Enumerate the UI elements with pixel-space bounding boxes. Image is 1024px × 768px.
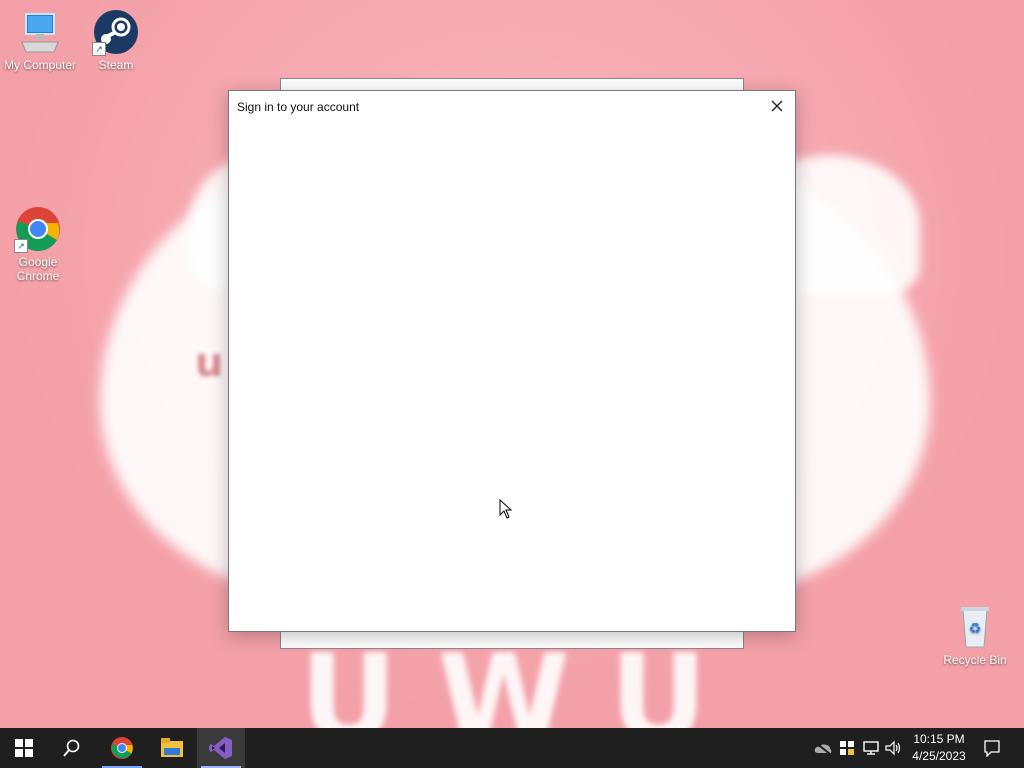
sign-in-dialog: Sign in to your account <box>228 90 796 632</box>
tray-volume[interactable] <box>883 728 905 768</box>
taskbar-visual-studio-button[interactable] <box>197 728 245 768</box>
desktop-icon-my-computer[interactable]: My Computer <box>0 8 80 72</box>
chrome-icon: ↗ <box>14 205 62 253</box>
close-icon <box>771 100 783 112</box>
shortcut-arrow-icon: ↗ <box>92 42 106 56</box>
desktop-icon-label: Google Chrome <box>16 255 60 283</box>
tray-security[interactable] <box>836 728 858 768</box>
desktop-icon-google-chrome[interactable]: ↗ Google Chrome <box>0 205 78 283</box>
desktop-icon-label: Steam <box>98 58 134 72</box>
taskbar-file-explorer-button[interactable] <box>148 728 196 768</box>
action-center-icon <box>984 740 1000 757</box>
taskbar-chrome-button[interactable] <box>98 728 146 768</box>
desktop-icon-recycle-bin[interactable]: ♻ Recycle Bin <box>935 603 1015 667</box>
file-explorer-icon <box>161 738 183 757</box>
visual-studio-icon <box>209 737 232 759</box>
tray-network[interactable] <box>860 728 882 768</box>
volume-icon <box>885 740 901 756</box>
search-button[interactable] <box>48 728 96 768</box>
network-icon <box>863 741 879 755</box>
taskbar: 10:15 PM 4/25/2023 <box>0 728 1024 768</box>
dialog-title: Sign in to your account <box>237 100 360 114</box>
recycle-bin-icon: ♻ <box>951 603 999 651</box>
clock-date: 4/25/2023 <box>912 749 966 763</box>
close-button[interactable] <box>763 93 791 119</box>
desktop-icon-steam[interactable]: ↗ Steam <box>76 8 156 72</box>
action-center-button[interactable] <box>978 728 1006 768</box>
onedrive-icon <box>814 742 832 754</box>
wallpaper-small-text: u <box>195 340 224 386</box>
taskbar-clock[interactable]: 10:15 PM 4/25/2023 <box>904 731 974 765</box>
shortcut-arrow-icon: ↗ <box>14 239 28 253</box>
start-button[interactable] <box>0 728 48 768</box>
security-shield-icon <box>840 741 854 755</box>
desktop-icon-label: Recycle Bin <box>943 653 1007 667</box>
steam-icon: ↗ <box>92 8 140 56</box>
computer-icon <box>16 8 64 56</box>
mouse-cursor-icon <box>499 498 513 523</box>
svg-text:♻: ♻ <box>969 621 982 637</box>
windows-start-icon <box>15 739 33 757</box>
chrome-icon <box>111 737 133 759</box>
search-icon <box>63 739 80 757</box>
desktop-icon-label: My Computer <box>3 58 77 72</box>
tray-onedrive[interactable] <box>812 728 834 768</box>
clock-time: 10:15 PM <box>913 732 965 746</box>
